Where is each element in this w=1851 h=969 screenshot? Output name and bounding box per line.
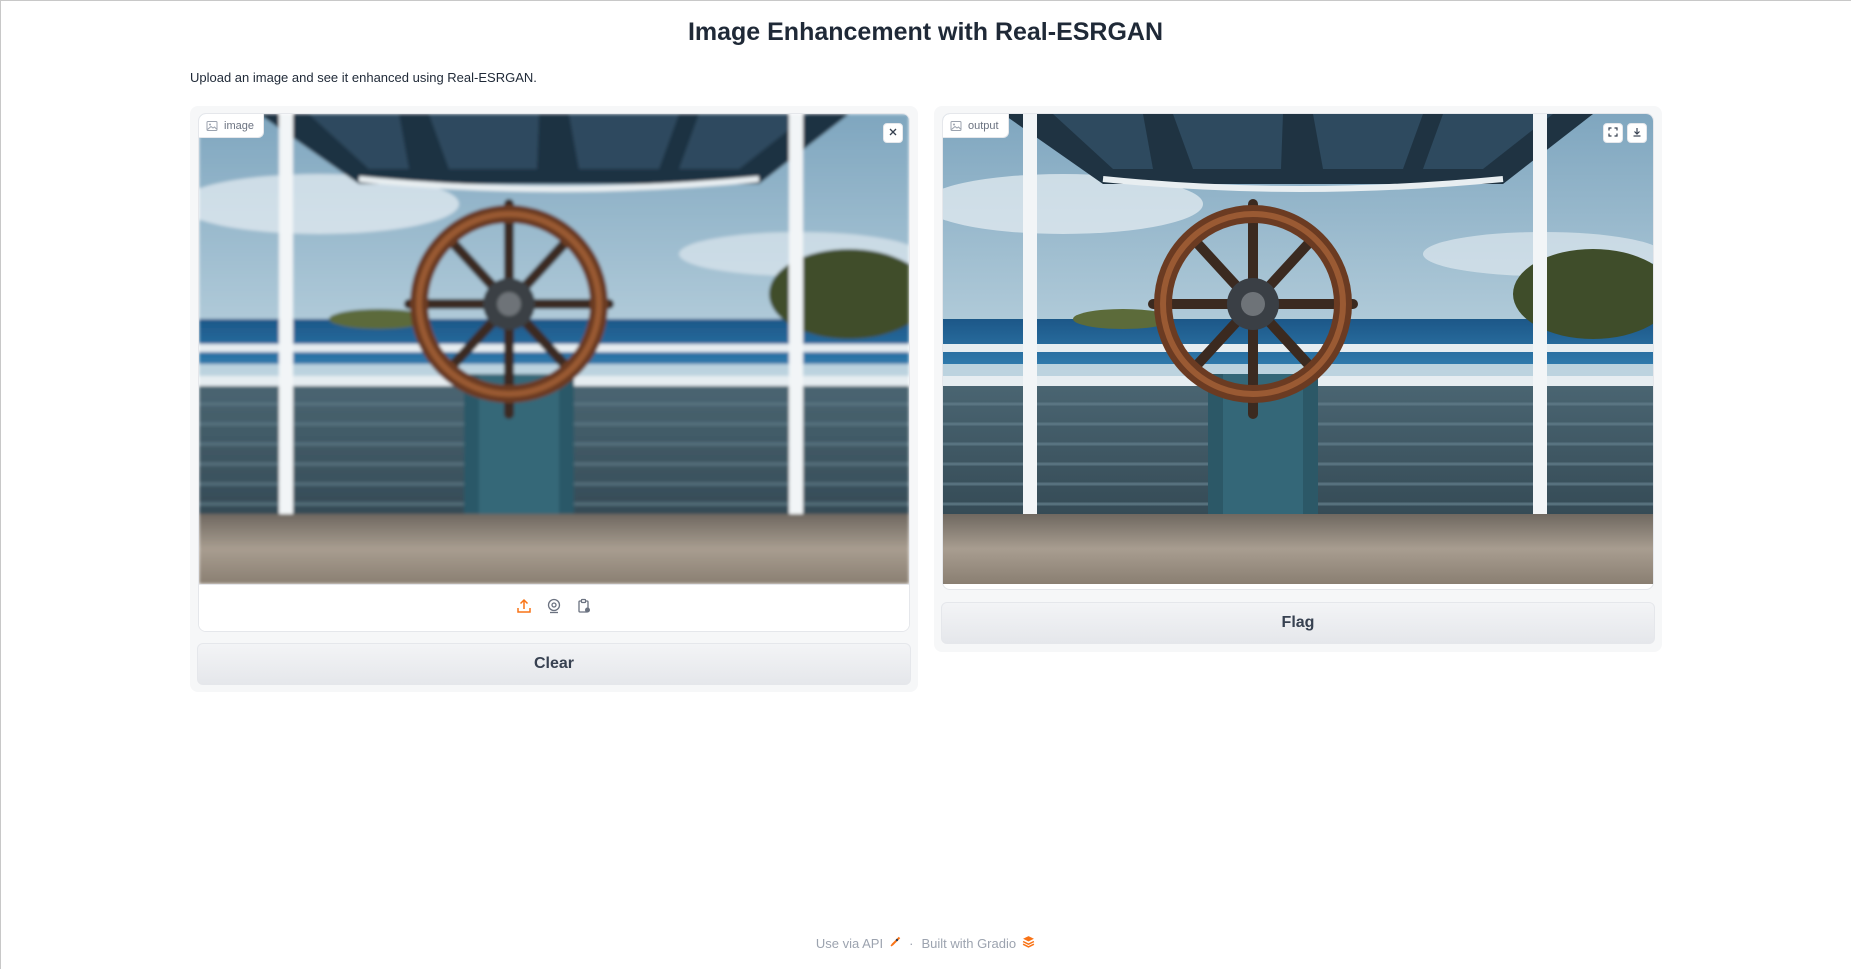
use-via-api-link[interactable]: Use via API: [816, 936, 901, 951]
image-icon: [206, 120, 218, 132]
flag-button[interactable]: Flag: [941, 602, 1655, 644]
image-source-toolbar: [199, 584, 909, 631]
clear-button[interactable]: Clear: [197, 643, 911, 685]
output-image-preview: [943, 114, 1653, 584]
rocket-icon: [889, 936, 901, 951]
window-top-border: [0, 0, 1851, 1]
output-label-text: output: [968, 119, 999, 132]
webcam-icon: [546, 598, 562, 619]
download-icon: [1632, 124, 1642, 142]
input-label-text: image: [224, 119, 254, 132]
window-left-border: [0, 0, 1, 969]
footer-separator: ·: [909, 935, 914, 951]
clear-image-button[interactable]: [883, 123, 903, 143]
close-icon: [888, 124, 898, 142]
use-via-api-text: Use via API: [815, 935, 884, 951]
clipboard-source-button[interactable]: [574, 598, 594, 618]
input-image-block[interactable]: image: [198, 113, 910, 632]
footer: Use via API · Built with Gradio: [0, 935, 1851, 951]
fullscreen-button[interactable]: [1603, 123, 1623, 143]
input-column: image Clear: [190, 106, 918, 692]
output-image-block: output: [942, 113, 1654, 590]
fullscreen-icon: [1608, 124, 1618, 142]
built-with-gradio-link[interactable]: Built with Gradio: [921, 935, 1035, 951]
page-description: Upload an image and see it enhanced usin…: [190, 70, 537, 85]
download-button[interactable]: [1627, 123, 1647, 143]
output-image-label: output: [943, 114, 1009, 138]
image-icon: [950, 120, 962, 132]
upload-icon: [516, 598, 532, 619]
built-with-gradio-text: Built with Gradio: [921, 935, 1017, 951]
input-image-label: image: [199, 114, 264, 138]
page-title: Image Enhancement with Real-ESRGAN: [687, 18, 1164, 46]
gradio-logo-icon: [1022, 935, 1035, 951]
input-image-preview: [199, 114, 909, 584]
output-column: output Flag: [934, 106, 1662, 652]
upload-source-button[interactable]: [514, 598, 534, 618]
clipboard-icon: [576, 598, 592, 619]
webcam-source-button[interactable]: [544, 598, 564, 618]
